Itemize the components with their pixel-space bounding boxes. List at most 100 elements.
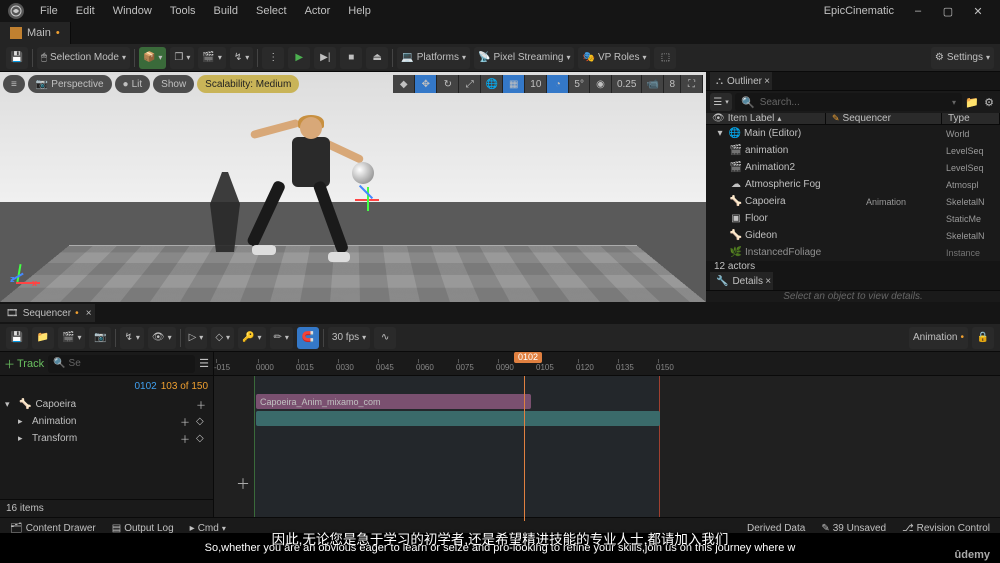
track-row-animation[interactable]: ▸Animation＋◇ [0,413,213,430]
platforms-button[interactable]: 💻 Platforms ▾ [397,47,470,69]
tab-outliner[interactable]: ⛬Outliner× [710,72,772,90]
select-mode-icon[interactable]: ◆ [393,75,415,93]
menu-help[interactable]: Help [340,3,379,19]
rotate-mode-icon[interactable]: ↻ [437,75,459,93]
filter-button[interactable]: ☰▾ [710,93,732,111]
scale-mode-icon[interactable]: ⤢ [459,75,481,93]
seq-fps-button[interactable]: 30 fps ▾ [328,327,370,349]
stop-button[interactable]: ■ [340,47,362,69]
seq-breadcrumb[interactable]: Animation• [909,327,968,349]
camera-speed-icon[interactable]: 📹 [642,75,664,93]
menu-tools[interactable]: Tools [162,3,204,19]
scale-snap-value[interactable]: 0.25 [612,75,642,93]
tree-row[interactable]: 🎬animationLevelSeq [706,142,1000,159]
tab-details[interactable]: 🔧Details× [710,272,773,290]
angle-snap-icon[interactable]: ◔ [547,75,569,93]
scalability-badge[interactable]: Scalability: Medium [197,75,299,93]
seq-snap-button[interactable]: 🧲 [297,327,319,349]
track-row-capoeira[interactable]: ▾🦴Capoeira＋ [0,396,213,413]
filter-icon[interactable]: ☰ [199,357,209,370]
play-options-button[interactable]: ↯▾ [230,47,253,69]
add-content-button[interactable]: 📦▾ [139,47,166,69]
seq-camera-button[interactable]: 📷 [89,327,111,349]
save-button[interactable]: 💾 [6,47,28,69]
selection-mode-button[interactable]: 🖱 Selection Mode ▾ [37,47,130,69]
timeline-ruler[interactable]: -015 0000 0015 0030 0045 0060 0075 0090 … [214,352,1000,375]
blueprint-button[interactable]: ❐▾ [170,47,194,69]
key-icon[interactable]: ◇ [196,433,208,444]
viewport-maximize-icon[interactable]: ⛶ [681,75,703,93]
seq-lock-button[interactable]: 🔒 [972,327,994,349]
tree-row-world[interactable]: ▾🌐Main (Editor)World [706,125,1000,142]
perspective-button[interactable]: 📷 Perspective [28,75,112,93]
seq-render-button[interactable]: 🎬▾ [58,327,85,349]
tree-row[interactable]: 🦴GideonSkeletalN [706,227,1000,244]
add-icon[interactable]: ＋ [196,397,208,412]
viewport-options-button[interactable]: ≡ [3,75,25,93]
lit-mode-button[interactable]: ● Lit [115,75,151,93]
track-row-transform[interactable]: ▸Transform＋◇ [0,430,213,447]
window-maximize-icon[interactable]: ▢ [934,2,962,20]
col-type[interactable]: Type [942,113,1000,124]
window-minimize-icon[interactable]: – [904,2,932,20]
pixel-streaming-button[interactable]: 📡 Pixel Streaming ▾ [474,47,575,69]
outliner-search-input[interactable]: 🔍Search...▾ [735,93,962,111]
tree-row[interactable]: ☁Atmospheric FogAtmospl [706,176,1000,193]
tree-row[interactable]: 🎬Animation2LevelSeq [706,159,1000,176]
tab-sequencer[interactable]: 🎞Sequencer•× [0,304,95,322]
seq-key-button[interactable]: ◇▾ [211,327,234,349]
key-icon[interactable]: ◇ [196,416,208,427]
menu-edit[interactable]: Edit [68,3,103,19]
menu-actor[interactable]: Actor [297,3,339,19]
seq-edit-button[interactable]: ✏▾ [270,327,293,349]
viewport[interactable]: ≡ 📷 Perspective ● Lit Show Scalability: … [0,72,706,302]
grid-snap-value[interactable]: 10 [525,75,547,93]
seq-browse-button[interactable]: 📁 [32,327,54,349]
menu-window[interactable]: Window [105,3,160,19]
camera-speed-value[interactable]: 8 [664,75,681,93]
angle-snap-value[interactable]: 5° [569,75,590,93]
translate-mode-icon[interactable]: ✥ [415,75,437,93]
close-icon[interactable]: × [764,76,770,87]
world-local-icon[interactable]: 🌐 [481,75,503,93]
seq-autokey-button[interactable]: 🔑▾ [238,327,265,349]
tool-extra-button[interactable]: ⬚ [654,47,676,69]
vp-roles-button[interactable]: 🎭 VP Roles ▾ [578,47,650,69]
settings-button[interactable]: ⚙ Settings ▾ [931,47,994,69]
col-item-label[interactable]: 👁 Item Label ▴ [706,113,826,124]
menu-file[interactable]: File [32,3,66,19]
animation-clip[interactable]: Capoeira_Anim_mixamo_com [256,394,531,409]
skip-button[interactable]: ▶| [314,47,336,69]
add-track-button[interactable]: ＋ Track [4,356,44,372]
play-button[interactable]: ▶ [288,47,310,69]
close-icon[interactable]: × [86,308,92,319]
show-button[interactable]: Show [153,75,194,93]
seq-save-button[interactable]: 💾 [6,327,28,349]
tree-row[interactable]: 🌿InstancedFoliageInstance [706,244,1000,261]
playhead-label[interactable]: 0102 [514,352,542,363]
col-sequencer[interactable]: ✎ Sequencer [826,113,942,124]
tab-main[interactable]: Main• [0,22,71,44]
window-close-icon[interactable]: ✕ [964,2,992,20]
tree-row[interactable]: 🦴CapoeiraAnimationSkeletalN [706,193,1000,210]
seq-view-button[interactable]: 👁▾ [148,327,176,349]
folder-new-icon[interactable]: 📁 [965,96,979,109]
menu-select[interactable]: Select [248,3,295,19]
menu-build[interactable]: Build [206,3,246,19]
cinematics-button[interactable]: 🎬▾ [198,47,225,69]
add-icon[interactable]: ＋ [180,414,192,429]
sequencer-timeline[interactable]: 0102 -015 0000 0015 0030 0045 0060 0075 … [214,352,1000,539]
playback-options-button[interactable]: ⋮ [262,47,284,69]
tree-row[interactable]: ▣FloorStaticMe [706,210,1000,227]
seq-curve-button[interactable]: ∿ [374,327,396,349]
scale-snap-icon[interactable]: ◉ [590,75,612,93]
gear-icon[interactable]: ⚙ [982,96,996,109]
seq-actions-button[interactable]: ↯▾ [120,327,143,349]
track-search-input[interactable]: 🔍 Se [48,355,195,373]
seq-playback-button[interactable]: ▷▾ [185,327,208,349]
transform-clip[interactable] [256,411,660,426]
add-icon[interactable]: ＋ [180,431,192,446]
grid-snap-icon[interactable]: ▦ [503,75,525,93]
close-icon[interactable]: × [765,276,771,287]
eject-button[interactable]: ⏏ [366,47,388,69]
